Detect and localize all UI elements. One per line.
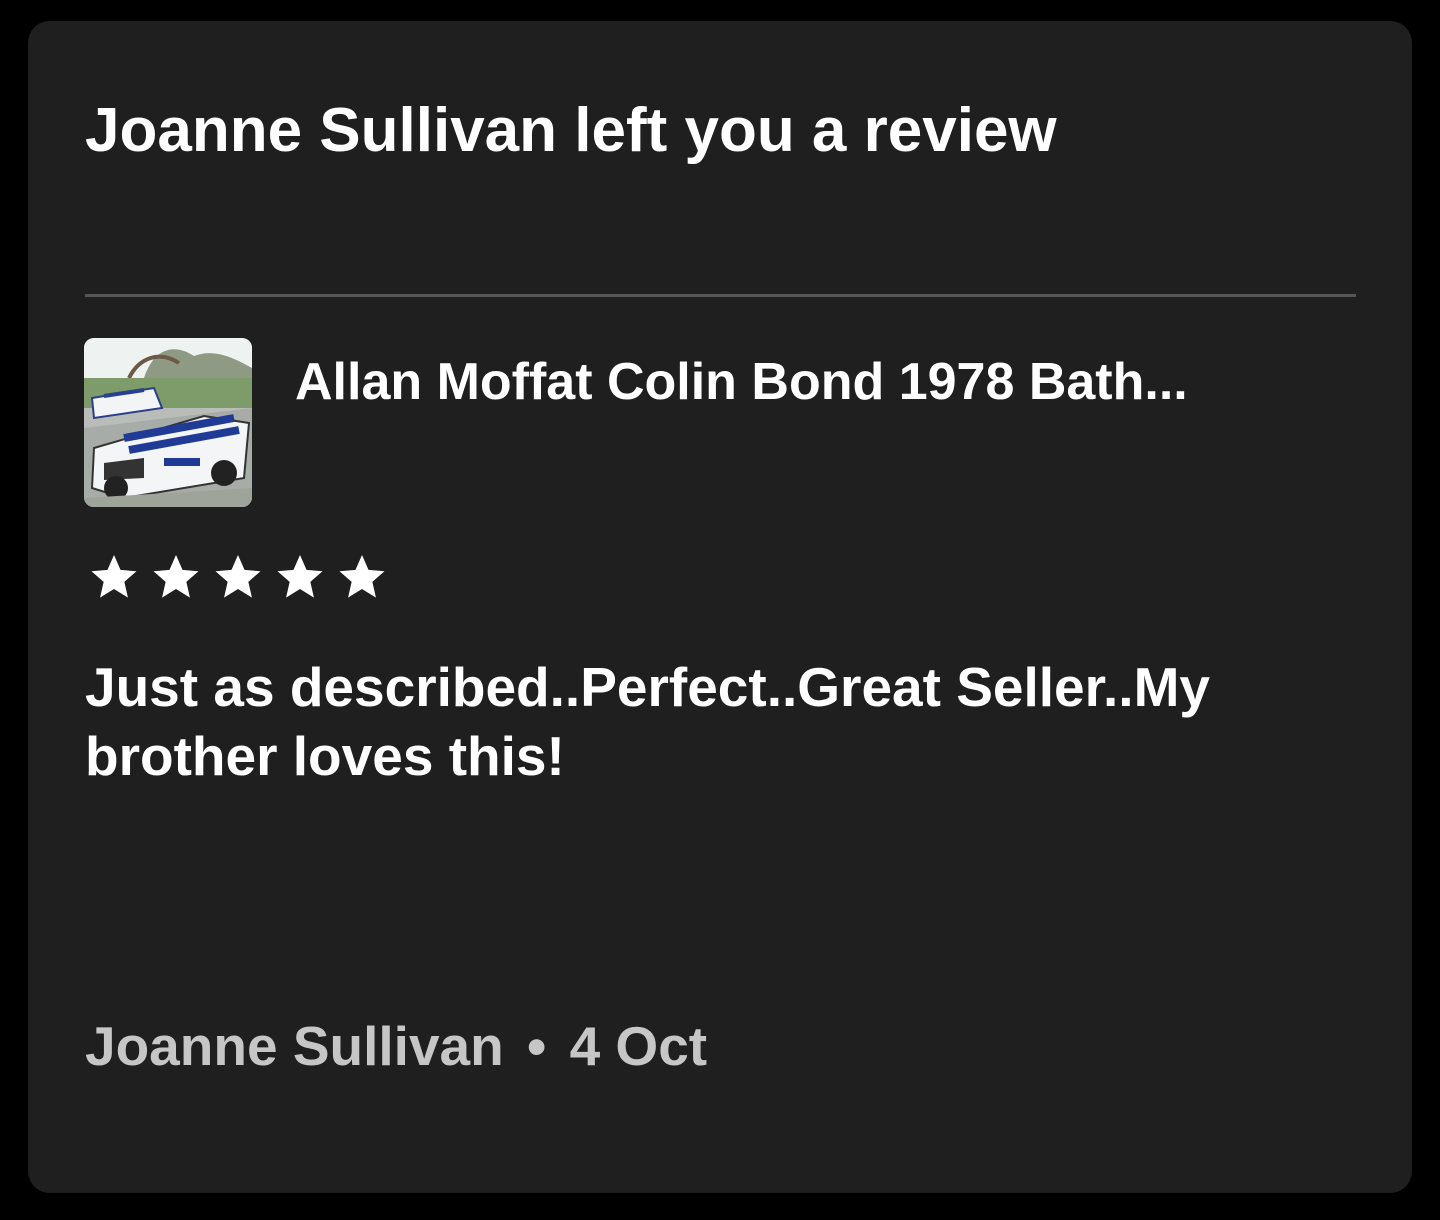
- review-meta: Joanne Sullivan • 4 Oct: [85, 1011, 707, 1081]
- race-car-painting-image: [84, 338, 252, 507]
- reviewer-name: Joanne Sullivan: [85, 1015, 504, 1077]
- review-notification-card[interactable]: Joanne Sullivan left you a review Allan …: [28, 21, 1412, 1193]
- divider: [85, 294, 1356, 297]
- notification-title: Joanne Sullivan left you a review: [85, 96, 1057, 165]
- star-icon: [86, 551, 142, 605]
- star-icon: [148, 551, 204, 605]
- separator-dot: •: [527, 1015, 547, 1077]
- review-date: 4 Oct: [569, 1015, 708, 1077]
- listing-thumbnail[interactable]: [84, 338, 252, 507]
- review-text: Just as described..Perfect..Great Seller…: [85, 656, 1210, 787]
- star-icon: [272, 551, 328, 605]
- star-icon: [210, 551, 266, 605]
- listing-title[interactable]: Allan Moffat Colin Bond 1978 Bath...: [295, 348, 1355, 416]
- star-rating: [86, 551, 390, 605]
- star-icon: [334, 551, 390, 605]
